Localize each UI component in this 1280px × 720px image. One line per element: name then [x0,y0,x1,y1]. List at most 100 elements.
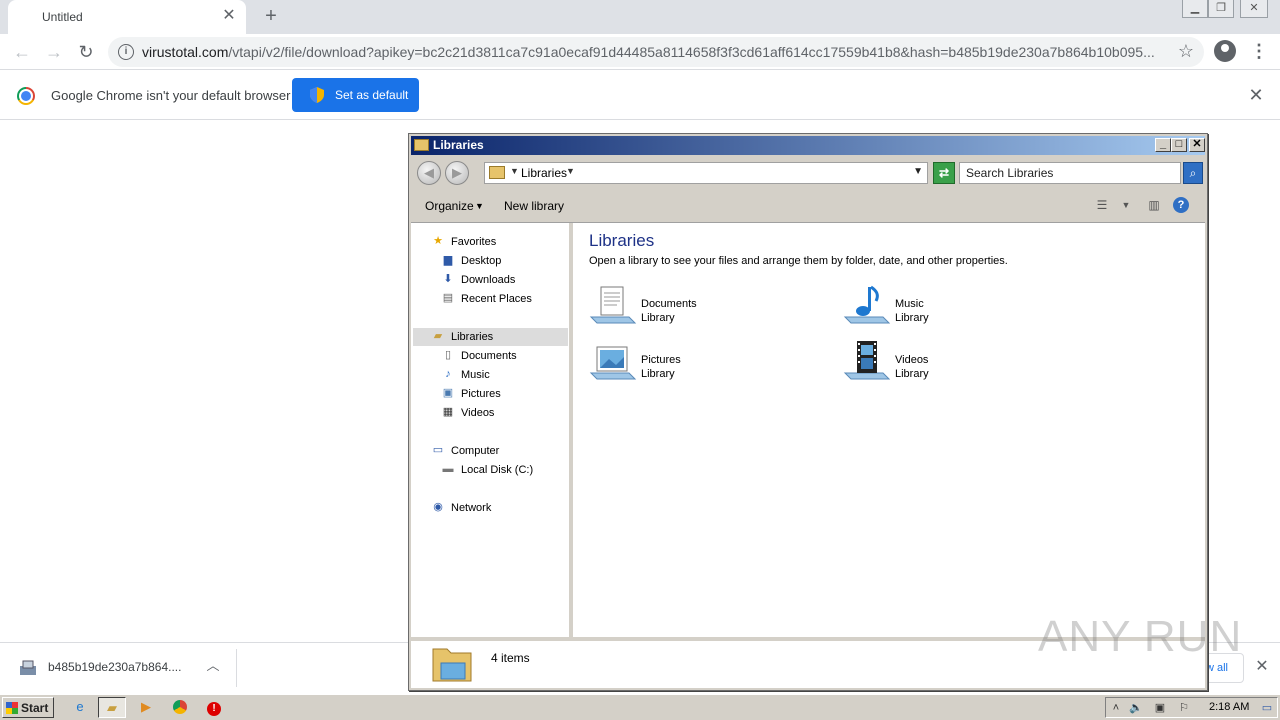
organize-button[interactable]: Organize [425,199,474,213]
view-options-icon[interactable]: ☰ [1093,197,1111,213]
nav-recent-label: Recent Places [461,293,532,305]
start-label: Start [21,701,49,715]
network-tray-icon[interactable]: ▣ [1152,700,1168,716]
tab-close-icon[interactable]: ✕ [220,7,238,25]
url-host: virustotal.com [142,44,229,60]
show-desktop-icon[interactable]: ▭ [1259,700,1275,716]
breadcrumb-libraries[interactable]: Libraries [521,166,567,180]
minimize-icon[interactable]: ▁ [1182,0,1208,18]
action-center-flag-icon[interactable]: ⚐ [1176,700,1192,716]
library-documents[interactable]: Documents Library [589,283,809,335]
chrome-menu-icon[interactable]: ⋮ [1250,40,1268,64]
reload-icon[interactable]: ↻ [74,40,98,64]
default-browser-infobar: Google Chrome isn't your default browser… [0,71,1280,120]
taskbar: Start e ▰ ▶ ! ˄ 🔈 ▣ ⚐ 2:18 AM ▭ [0,694,1280,720]
nav-music[interactable]: ♪ Music [441,366,561,384]
documents-icon: ▯ [444,349,452,361]
library-music-type: Library [895,312,929,324]
back-arrow-icon[interactable]: ← [10,40,34,64]
download-options-chevron-icon[interactable]: ︿ [204,657,222,675]
close-window-icon[interactable]: ✕ [1240,0,1268,18]
search-libraries-box[interactable] [959,162,1181,184]
network-icon: ◉ [433,501,443,513]
navigation-pane: ★ Favorites ▆ Desktop ⬇ Downloads ▤ Rece… [411,223,569,637]
system-tray: ˄ 🔈 ▣ ⚐ 2:18 AM ▭ [1105,697,1278,718]
view-dropdown-icon[interactable]: ▼ [1117,197,1135,213]
opera-icon[interactable]: ! [200,697,228,718]
search-libraries-input[interactable] [960,163,1180,183]
address-dropdown-icon[interactable]: ▼ [913,166,923,177]
url-text[interactable]: virustotal.com/vtapi/v2/file/download?ap… [142,44,1162,60]
chrome-small-logo-icon [173,700,187,714]
set-as-default-label: Set as default [335,88,409,102]
nav-videos-label: Videos [461,407,495,419]
window-minimize-button[interactable]: _ [1155,138,1171,152]
nav-documents[interactable]: ▯ Documents [441,347,561,365]
window-titlebar[interactable]: Libraries _ □ ✕ [411,136,1205,155]
infobar-close-icon[interactable]: ✕ [1246,85,1266,105]
window-title: Libraries [433,138,484,152]
nav-libraries[interactable]: ▰ Libraries [413,328,568,346]
internet-explorer-icon[interactable]: e [66,697,94,718]
preview-pane-icon[interactable]: ▥ [1145,197,1163,213]
infobar-message: Google Chrome isn't your default browser [51,88,291,103]
nav-videos[interactable]: ▦ Videos [441,404,561,422]
bookmark-star-icon[interactable]: ☆ [1178,41,1194,62]
libraries-address-icon [489,166,505,179]
anyrun-watermark: ANY RUN [1038,612,1243,661]
browser-toolbar: ← → ↻ i virustotal.com/vtapi/v2/file/dow… [0,34,1280,70]
pictures-icon: ▣ [442,387,454,399]
download-shelf-close-icon[interactable]: ✕ [1252,657,1272,677]
search-icon[interactable]: ⌕ [1183,162,1203,184]
content-pane: Libraries Open a library to see your fil… [573,223,1205,637]
start-button[interactable]: Start [2,697,54,718]
address-bar[interactable]: i virustotal.com/vtapi/v2/file/download?… [108,37,1204,67]
nav-libraries-label: Libraries [451,331,494,343]
download-separator [236,649,237,687]
media-player-icon[interactable]: ▶ [132,697,160,718]
new-library-button[interactable]: New library [504,199,564,213]
nav-desktop[interactable]: ▆ Desktop [441,252,561,270]
refresh-icon[interactable]: ⇄ [933,162,955,184]
library-videos[interactable]: Videos Library [843,339,1063,391]
folder-title-icon [414,139,429,151]
downloads-icon: ⬇ [443,273,453,285]
explorer-address-bar[interactable]: ▼ Libraries ▼ ▼ [484,162,928,184]
forward-arrow-icon[interactable]: → [42,40,66,64]
tray-expand-icon[interactable]: ˄ [1108,700,1124,716]
explorer-back-icon[interactable]: ◀ [417,161,441,185]
explorer-forward-icon[interactable]: ▶ [445,161,469,185]
nav-downloads-label: Downloads [461,274,516,286]
nav-recent-places[interactable]: ▤ Recent Places [441,290,561,308]
explorer-taskbar-icon[interactable]: ▰ [98,697,126,718]
restore-icon[interactable]: ❐ [1208,0,1234,18]
nav-computer[interactable]: ▭ Computer [431,442,561,460]
nav-local-disk[interactable]: ▬ Local Disk (C:) [441,461,561,479]
library-music[interactable]: Music Library [843,283,1063,335]
local-disk-icon: ▬ [442,463,454,475]
new-tab-icon[interactable]: + [260,5,282,27]
library-pictures[interactable]: Pictures Library [589,339,809,391]
library-music-name: Music [895,298,924,310]
volume-icon[interactable]: 🔈 [1128,700,1144,716]
nav-favorites[interactable]: ★ Favorites [431,233,561,251]
browser-tab[interactable]: Untitled ✕ [8,0,246,34]
music-icon: ♪ [445,368,451,380]
nav-downloads[interactable]: ⬇ Downloads [441,271,561,289]
download-item-name[interactable]: b485b19de230a7b864.... [48,660,181,674]
nav-network[interactable]: ◉ Network [431,499,561,517]
window-close-button[interactable]: ✕ [1189,138,1205,152]
clock[interactable]: 2:18 AM [1209,701,1249,713]
window-maximize-button[interactable]: □ [1171,138,1187,152]
nav-pictures[interactable]: ▣ Pictures [441,385,561,403]
videos-icon: ▦ [442,406,454,418]
organize-dropdown-icon[interactable]: ▼ [475,201,484,211]
breadcrumb-chevron-icon[interactable]: ▼ [566,166,575,176]
help-icon[interactable]: ? [1173,197,1189,213]
set-as-default-button[interactable]: Set as default [292,78,419,112]
breadcrumb-arrow-icon[interactable]: ▼ [510,166,519,176]
profile-avatar-icon[interactable] [1214,40,1236,62]
nav-desktop-label: Desktop [461,255,502,267]
site-info-icon[interactable]: i [118,44,134,60]
chrome-taskbar-icon[interactable] [166,697,194,718]
